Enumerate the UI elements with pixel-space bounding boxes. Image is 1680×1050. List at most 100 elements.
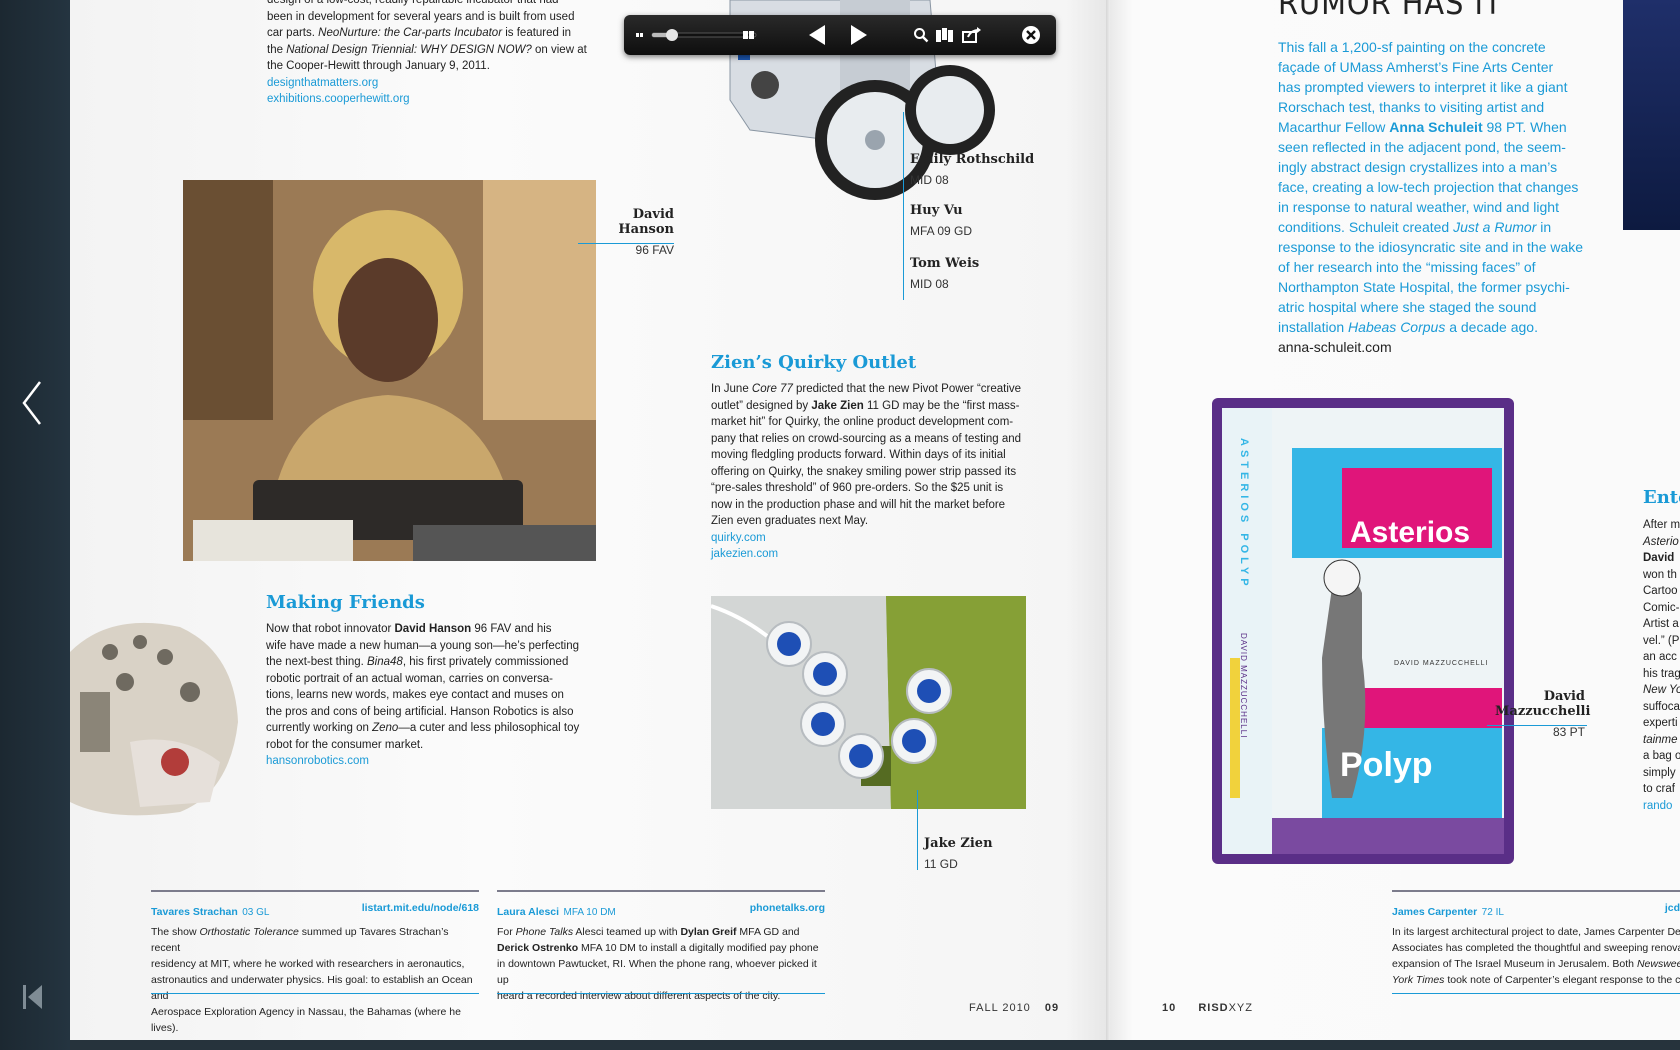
side-article-link[interactable]: rando [1643,798,1680,815]
text-line: the next-best thing. Bina48, his first p… [266,654,606,671]
text-span: outlet” designed by [711,399,812,412]
note-body: The show Orthostatic Tolerance summed up… [151,924,479,1036]
rumor-headline: RUMOR HAS IT [1278,0,1503,22]
close-button[interactable] [1019,15,1043,55]
robot-head-image [70,612,240,817]
credit-name: David [632,207,674,222]
text-line: astronautics and underwater physics. His… [151,974,473,1002]
text-line: After m [1643,519,1680,531]
text-span: —a cuter and less philosophical toy [398,722,580,734]
text-span: Jake Zien [811,399,864,412]
text-line: expansion of The Israel Museum in Jerusa… [1392,956,1680,972]
jcd-link[interactable]: jcd [1665,902,1680,920]
text-line: experti [1643,717,1678,729]
exhibition-title: National Design Triennial: WHY DESIGN NO… [286,43,532,56]
credit-name: David [1543,689,1585,704]
hansonrobotics-link[interactable]: hansonrobotics.com [266,753,606,770]
incubator-credits: Emily Rothschild MID 08 Huy Vu MFA 09 GD… [910,152,1034,291]
text-line: offering on Quirky, the snakey smiling p… [711,465,1017,478]
text-span: MFA GD and [736,926,800,938]
folio-brand: RISD [1198,1002,1229,1014]
note-header: James Carpenter 72 IL jcd [1392,902,1680,920]
text-span: Newsweek [1636,958,1680,970]
search-button[interactable] [911,15,931,55]
text-line: ingly abstract design crystallizes into … [1278,159,1558,175]
text-span: 98 PT. When [1482,119,1567,135]
folio-brand-suffix: XYZ [1228,1002,1253,1014]
note-name: Laura Alesci [497,906,560,918]
credit-degree: MID 08 [910,277,949,291]
note-byline: James Carpenter 72 IL [1392,902,1504,920]
text-line: Artist a [1643,618,1679,630]
credit-degree: MFA 09 GD [910,224,973,238]
text-line: tions, learns new words, makes eye conta… [266,689,564,701]
magazine-page-09: design of a low-cost, readily repairable… [70,0,1108,1040]
credit-name: Jake Zien [924,836,993,851]
listart-link[interactable]: listart.mit.edu/node/618 [362,902,479,920]
share-button[interactable] [961,15,983,55]
text-line: Aerospace Exploration Agency in Nassau, … [151,1006,461,1034]
text-line: In June Core 77 predicted that the new P… [711,381,1056,398]
credit-degree: MID 08 [910,173,949,187]
phonetalks-link[interactable]: phonetalks.org [750,902,825,920]
play-button[interactable] [844,15,874,55]
thumbnails-button[interactable] [934,15,956,55]
text-line: seen reflected in the adjacent pond, the… [1278,139,1566,155]
book-cover-title: Asterios [1350,516,1471,549]
book-spine-author: DAVID MAZZUCCHELLI [1239,633,1248,739]
page-number: 10 [1162,1002,1177,1014]
previous-button[interactable] [802,15,832,55]
asterios-polyp-book-image: ASTERIOS POLYP DAVID MAZZUCCHELLI Asteri… [1212,398,1514,864]
share-icon [962,27,981,43]
anna-schuleit-link[interactable]: anna-schuleit.com [1278,337,1598,357]
text-line: “pre-sales threshold” of 960 pre-orders.… [711,482,1004,494]
mazzucchelli-credit: David Mazzucchelli 83 PT [1495,689,1591,739]
text-span: Core 77 [751,383,793,395]
note-degree: 72 IL [1481,907,1504,918]
zoom-in-button[interactable] [740,15,758,55]
text-line: the National Design Triennial: WHY DESIG… [267,42,607,59]
text-line: In its largest architectural project to … [1392,926,1680,938]
text-line: Now that robot innovator David Hanson 96… [266,621,606,638]
text-line: an acc [1643,651,1677,663]
cooperhewitt-link[interactable]: exhibitions.cooperhewitt.org [267,91,607,108]
quirky-link[interactable]: quirky.com [711,530,1056,547]
credit-name: Huy Vu [910,203,963,218]
footer-rule [497,993,825,994]
text-span: Zeno [372,722,399,734]
note-header: Laura Alesci MFA 10 DM phonetalks.org [497,902,825,920]
credit-name: Mazzucchelli [1495,704,1591,719]
text-line: in response to natural weather, wind and… [1278,199,1559,215]
note-name: Tavares Strachan [151,906,238,918]
first-page-button[interactable] [20,982,46,1012]
text-line: moving fledgling products forward. Withi… [711,449,1006,461]
zien-article-body: In June Core 77 predicted that the new P… [711,381,1056,563]
note-header: Tavares Strachan 03 GL listart.mit.edu/n… [151,902,479,920]
side-article-body: After m Asterio David won th Cartoo Comi… [1643,517,1680,814]
text-line: car parts. NeoNurture: the Car-parts Inc… [267,25,607,42]
text-span: Dylan Greif [680,926,737,938]
rumor-article-body: This fall a 1,200-sf painting on the con… [1278,37,1598,357]
alesci-note: Laura Alesci MFA 10 DM phonetalks.org Fo… [497,902,825,1004]
previous-icon [809,25,825,45]
magazine-page-10: RUMOR HAS IT This fall a 1,200-sf painti… [1110,0,1680,1040]
jakezien-link[interactable]: jakezien.com [711,546,1056,563]
text-line: the Cooper-Hewitt through January 9, 201… [267,60,490,72]
text-line: For Phone Talks Alesci teamed up with Dy… [497,924,825,940]
skip-to-start-icon [23,985,42,1009]
footer-rule [151,890,479,892]
text-line: Comic- [1643,601,1680,614]
credit-degree: 83 PT [1552,725,1585,739]
incubator-title: NeoNurture: the Car-parts Incubator [318,27,503,39]
hanson-credit: David Hanson 96 FAV [590,207,674,257]
text-line: This fall a 1,200-sf painting on the con… [1278,39,1546,55]
text-line: response to the idiosyncratic site and i… [1278,239,1584,255]
zoom-out-button[interactable] [634,15,646,55]
text-span: expansion of The Israel Museum in Jerusa… [1392,958,1637,970]
designthatmatters-link[interactable]: designthatmatters.org [267,75,607,92]
incubator-article-tail: design of a low-cost, readily repairable… [267,0,607,108]
carpenter-note: James Carpenter 72 IL jcd In its largest… [1392,902,1680,988]
left-navigation-rail [0,0,70,1050]
zoom-out-icon [636,33,643,37]
previous-page-button[interactable] [18,378,48,428]
